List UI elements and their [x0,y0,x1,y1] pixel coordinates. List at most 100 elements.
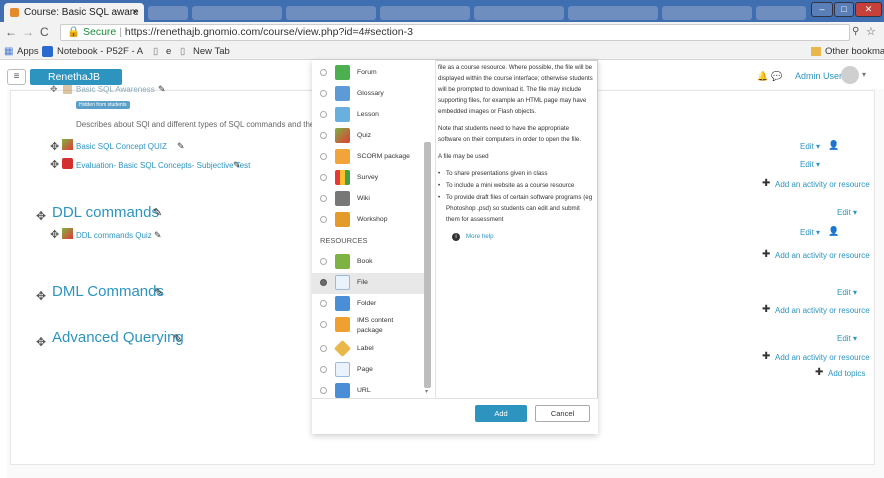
module-scorm[interactable]: SCORM package [312,147,424,168]
avatar[interactable] [841,66,859,84]
tab-blurred[interactable] [148,6,188,20]
radio-button[interactable] [320,321,327,328]
section-title-dml[interactable]: DML Commands [52,283,164,300]
notification-icon[interactable]: 🔔 [757,70,768,82]
section-title-advanced[interactable]: Advanced Querying [52,329,184,346]
other-bookmarks[interactable]: Other bookmarks [825,43,884,60]
plus-icon[interactable]: ✚ [762,304,770,315]
forward-icon[interactable]: → [22,25,34,39]
add-activity-link[interactable]: Add an activity or resource [775,353,870,362]
activity-basic-sql-quiz[interactable]: Basic SQL Concept QUIZ [76,142,167,151]
module-forum[interactable]: Forum [312,63,424,84]
module-quiz[interactable]: Quiz [312,126,424,147]
back-icon[interactable]: ← [5,25,17,39]
move-icon[interactable]: ✥ [50,140,59,153]
add-activity-link[interactable]: Add an activity or resource [775,306,870,315]
activity-evaluation[interactable]: Evaluation- Basic SQL Concepts- Subjecti… [76,161,250,170]
radio-button[interactable] [320,111,327,118]
module-ims-package[interactable]: IMS content package [312,315,424,339]
edit-menu[interactable]: Edit ▾ [800,160,820,169]
module-folder[interactable]: Folder [312,294,424,315]
edit-menu[interactable]: Edit ▾ [837,334,857,343]
move-icon[interactable]: ✥ [36,209,46,223]
site-brand[interactable]: RenethaJB [30,69,122,85]
radio-button[interactable] [320,387,327,394]
module-glossary[interactable]: Glossary [312,84,424,105]
menu-icon[interactable]: ≡ [7,69,26,85]
maximize-button[interactable]: □ [834,2,854,17]
plus-icon[interactable]: ✚ [815,367,823,378]
edit-menu[interactable]: Edit ▾ [837,288,857,297]
edit-title-icon[interactable]: ✎ [158,84,166,95]
scrollbar[interactable] [424,142,431,388]
url-field[interactable]: 🔒 Secure | https://renethajb.gnomio.com/… [60,24,850,41]
add-activity-link[interactable]: Add an activity or resource [775,251,870,260]
tab-blurred[interactable] [474,6,564,20]
radio-button[interactable] [320,90,327,97]
tab-blurred[interactable] [380,6,470,20]
radio-button[interactable] [320,216,327,223]
radio-button-selected[interactable] [320,279,327,286]
activity-ddl-quiz[interactable]: DDL commands Quiz [76,231,152,240]
bookmark-new-tab[interactable]: New Tab [193,43,230,60]
more-help-link[interactable]: More help [466,233,494,240]
reload-icon[interactable]: C [40,25,49,39]
plus-icon[interactable]: ✚ [762,351,770,362]
section-title-ddl[interactable]: DDL commands [52,204,159,221]
cancel-button[interactable]: Cancel [535,405,590,422]
scroll-down-icon[interactable]: ▾ [425,388,428,395]
tab-blurred[interactable] [568,6,658,20]
add-button[interactable]: Add [475,405,527,422]
minimize-button[interactable]: – [811,2,833,17]
tab-course[interactable]: Course: Basic SQL aware × [4,3,144,22]
edit-title-icon[interactable]: ✎ [177,141,185,152]
module-survey[interactable]: Survey [312,168,424,189]
user-name[interactable]: Admin User [795,70,842,82]
module-wiki[interactable]: Wiki [312,189,424,210]
plus-icon[interactable]: ✚ [762,249,770,260]
chevron-down-icon[interactable]: ▾ [862,70,866,79]
bookmark-apps[interactable]: Apps [17,43,39,60]
window-close-button[interactable]: ✕ [855,2,882,17]
move-icon[interactable]: ✥ [36,335,46,349]
apps-icon[interactable]: ▦ [4,43,13,60]
module-book[interactable]: Book [312,252,424,273]
user-icon[interactable]: 👤 [828,140,839,151]
module-file[interactable]: File [312,273,424,294]
edit-menu[interactable]: Edit ▾ [800,142,820,151]
radio-button[interactable] [320,132,327,139]
user-icon[interactable]: 👤 [828,226,839,237]
add-topics-link[interactable]: Add topics [828,369,865,378]
bookmark-e[interactable]: e [166,43,171,60]
zoom-icon[interactable]: ⚲ [852,26,859,37]
edit-title-icon[interactable]: ✎ [173,332,182,345]
edit-menu[interactable]: Edit ▾ [837,208,857,217]
move-icon[interactable]: ✥ [50,228,59,241]
radio-button[interactable] [320,345,327,352]
activity-basic-sql-awareness[interactable]: Basic SQL Awareness [76,85,155,94]
module-lesson[interactable]: Lesson [312,105,424,126]
module-label[interactable]: Label [312,339,424,360]
tab-blurred[interactable] [286,6,376,20]
move-icon[interactable]: ✥ [36,289,46,303]
move-icon[interactable]: ✥ [50,84,58,95]
bookmark-notebook[interactable]: Notebook - P52F - A [57,43,143,60]
tab-blurred[interactable] [192,6,282,20]
module-page[interactable]: Page [312,360,424,381]
add-activity-link[interactable]: Add an activity or resource [775,180,870,189]
radio-button[interactable] [320,153,327,160]
edit-title-icon[interactable]: ✎ [233,160,241,171]
radio-button[interactable] [320,69,327,76]
close-icon[interactable]: × [132,3,138,22]
radio-button[interactable] [320,258,327,265]
edit-menu[interactable]: Edit ▾ [800,228,820,237]
edit-title-icon[interactable]: ✎ [154,286,163,299]
radio-button[interactable] [320,195,327,202]
radio-button[interactable] [320,174,327,181]
edit-title-icon[interactable]: ✎ [153,206,162,219]
edit-title-icon[interactable]: ✎ [154,230,162,241]
radio-button[interactable] [320,300,327,307]
message-icon[interactable]: 💬 [771,70,782,82]
module-workshop[interactable]: Workshop [312,210,424,231]
radio-button[interactable] [320,366,327,373]
